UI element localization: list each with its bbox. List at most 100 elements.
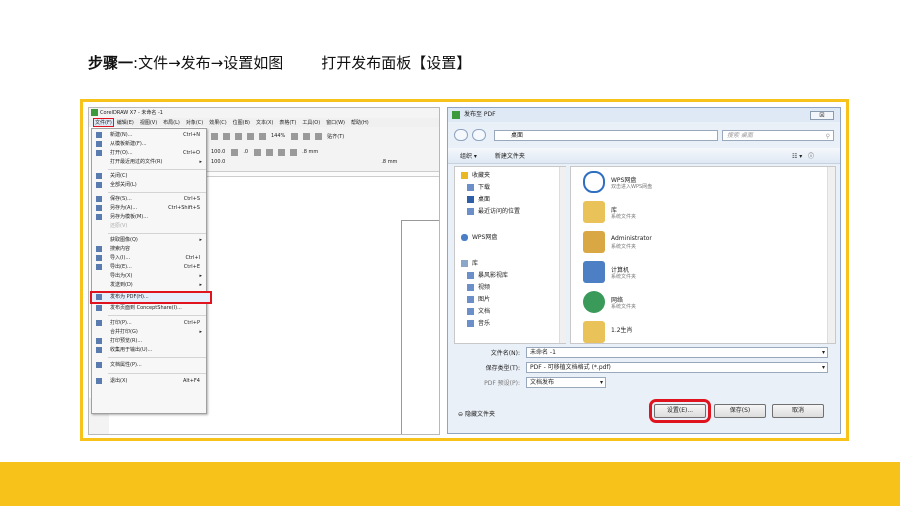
library-icon: [461, 260, 468, 267]
file-item-administrator[interactable]: Administrator 系统文件夹: [583, 231, 803, 257]
template-icon: [96, 141, 102, 147]
rulers-icon[interactable]: [315, 132, 323, 140]
hide-folders-toggle[interactable]: ⊖ 隐藏文件夹: [458, 409, 495, 418]
nav-desktop[interactable]: 桌面: [467, 195, 490, 205]
file-item-wps-cloud[interactable]: WPS网盘 双击进入WPS网盘: [583, 171, 803, 197]
menu-edit[interactable]: 编辑(E): [117, 119, 134, 126]
file-item-zodiac[interactable]: 1.2生肖: [583, 321, 803, 347]
close-all-icon: [96, 182, 102, 188]
menu-window[interactable]: 窗口(W): [326, 119, 345, 126]
nav-recent[interactable]: 最近访问的位置: [467, 207, 520, 217]
file-item-computer[interactable]: 计算机 系统文件夹: [583, 261, 803, 287]
menu-separator: [108, 233, 206, 234]
menu-item-export[interactable]: 导出(E)... Ctrl+E: [92, 263, 206, 271]
menu-item-open-recent[interactable]: 打开最近用过的文件(R): [92, 158, 206, 166]
menu-layout[interactable]: 布局(L): [163, 119, 180, 126]
nav-music[interactable]: 音乐: [467, 319, 490, 329]
navigation-pane: 收藏夹 下载 桌面 最近访问的位置 WPS网盘 库 暴风影视库 视频 图片 文档…: [454, 166, 566, 344]
fullscreen-icon[interactable]: [303, 132, 311, 140]
menu-item-new[interactable]: 新建(N)... Ctrl+N: [92, 131, 206, 139]
menu-effects[interactable]: 效果(C): [209, 119, 226, 126]
dialog-title-bar: 发布至 PDF ☒: [448, 108, 840, 122]
menu-tools[interactable]: 工具(O): [302, 119, 320, 126]
menu-item-collect-for-output[interactable]: 收集用于输出(U)...: [92, 346, 206, 354]
menu-item-acquire-image[interactable]: 获取图像(Q): [92, 236, 206, 244]
search-input[interactable]: 搜索 桌面 ⚲: [722, 130, 834, 141]
dialog-title: 发布至 PDF: [464, 111, 496, 118]
menu-item-save[interactable]: 保存(S)... Ctrl+S: [92, 195, 206, 203]
address-field[interactable]: 桌面: [494, 130, 718, 141]
import-icon[interactable]: [235, 132, 242, 140]
menu-item-close[interactable]: 关闭(C): [92, 172, 206, 180]
menu-object[interactable]: 对象(C): [186, 119, 203, 126]
coreldraw-window: CorelDRAW X7 - 未命名 -1 文件(F) 编辑(E) 视图(V) …: [88, 107, 440, 435]
file-item-libraries[interactable]: 库系统文件夹: [583, 201, 803, 227]
menu-item-publish-conceptshare[interactable]: 发布页面到 ConceptShare(I)...: [92, 304, 206, 312]
settings-button[interactable]: 设置(E)...: [649, 399, 711, 423]
filetype-select[interactable]: PDF - 可移植文档格式 (*.pdf): [526, 362, 828, 373]
menu-help[interactable]: 帮助(H): [351, 119, 369, 126]
nav-storm-video[interactable]: 暴风影视库: [467, 271, 508, 281]
coreldraw-menu-bar: 文件(F) 编辑(E) 视图(V) 布局(L) 对象(C) 效果(C) 位图(B…: [89, 118, 439, 127]
undo-icon[interactable]: [211, 132, 218, 140]
back-button[interactable]: [454, 129, 468, 141]
menu-item-send-to[interactable]: 发送到(D): [92, 281, 206, 289]
filename-input[interactable]: 未命名 -1: [526, 347, 828, 358]
menu-item-search-content[interactable]: 搜索内容: [92, 245, 206, 253]
menu-item-export-as[interactable]: 导出为(X): [92, 272, 206, 280]
zoom-icon[interactable]: [291, 132, 299, 140]
music-icon: [467, 320, 474, 327]
menu-view[interactable]: 视图(V): [140, 119, 157, 126]
menu-item-new-from-template[interactable]: 从模板新建(F)...: [92, 140, 206, 148]
cloud-icon: [583, 171, 605, 193]
menu-item-open[interactable]: 打开(O)... Ctrl+O: [92, 149, 206, 157]
redo-icon[interactable]: [223, 132, 230, 140]
search-icon: ⚲: [825, 133, 830, 140]
nav-videos[interactable]: 视频: [467, 283, 490, 293]
close-button[interactable]: ☒: [810, 111, 834, 120]
address-bar: 桌面 搜索 桌面 ⚲: [452, 128, 838, 142]
export-icon[interactable]: [247, 132, 254, 140]
nav-favorites[interactable]: 收藏夹: [461, 171, 490, 181]
filename-row: 文件名(N): 未命名 -1: [454, 347, 834, 358]
menu-text[interactable]: 文本(X): [256, 119, 273, 126]
menu-item-close-all[interactable]: 全部关闭(L): [92, 181, 206, 189]
publish-icon[interactable]: [259, 132, 266, 140]
forward-button[interactable]: [472, 129, 486, 141]
horizontal-ruler: [207, 171, 439, 177]
menu-item-exit[interactable]: 退出(X) Alt+F4: [92, 377, 206, 385]
menu-item-publish-pdf[interactable]: 发布为 PDF(H)...: [90, 291, 212, 304]
menu-file[interactable]: 文件(F): [93, 118, 114, 127]
new-folder-button[interactable]: 新建文件夹: [495, 151, 525, 160]
menu-table[interactable]: 表格(T): [279, 119, 296, 126]
cancel-button[interactable]: 取消: [772, 404, 824, 418]
organize-button[interactable]: 组织 ▾: [460, 151, 477, 160]
height-field[interactable]: 100.0: [211, 159, 225, 165]
nav-wps-cloud[interactable]: WPS网盘: [461, 233, 497, 243]
snap-to[interactable]: 贴齐(T): [327, 133, 344, 140]
menu-item-print[interactable]: 打印(P)... Ctrl+P: [92, 319, 206, 327]
menu-item-import[interactable]: 导入(I)... Ctrl+I: [92, 254, 206, 262]
preset-select[interactable]: 文档发布: [526, 377, 606, 388]
nav-libraries[interactable]: 库: [461, 259, 478, 269]
zoom-level[interactable]: 144%: [271, 133, 285, 139]
address-value: 桌面: [511, 132, 524, 139]
nav-scrollbar[interactable]: [559, 167, 566, 343]
nav-pictures[interactable]: 图片: [467, 295, 490, 305]
menu-bitmaps[interactable]: 位图(B): [233, 119, 250, 126]
publish-pdf-dialog: 发布至 PDF ☒ 桌面 搜索 桌面 ⚲ 组织 ▾ 新建文件夹 ☷ ▾ ⓘ 收藏夹 …: [447, 107, 841, 434]
file-list-scrollbar[interactable]: [827, 167, 835, 343]
nav-downloads[interactable]: 下载: [467, 183, 490, 193]
footer-bar: [0, 462, 900, 506]
menu-item-document-properties[interactable]: 文档属性(P)...: [92, 361, 206, 369]
save-button[interactable]: 保存(S): [714, 404, 766, 418]
menu-item-save-as-template[interactable]: 另存为模板(M)...: [92, 213, 206, 221]
menu-item-print-merge[interactable]: 合并打印(G): [92, 328, 206, 336]
nav-documents[interactable]: 文档: [467, 307, 490, 317]
menu-item-print-preview[interactable]: 打印预览(R)...: [92, 337, 206, 345]
menu-item-save-as[interactable]: 另存为(A)... Ctrl+Shift+S: [92, 204, 206, 212]
file-item-network[interactable]: 网络 系统文件夹: [583, 291, 803, 317]
nudge-field-2[interactable]: .8 mm: [381, 159, 397, 165]
view-options-icon[interactable]: ☷ ▾ ⓘ: [792, 151, 814, 160]
instruction-heading: 步骤一:文件→发布→设置如图 打开发布面板【设置】: [88, 52, 471, 73]
